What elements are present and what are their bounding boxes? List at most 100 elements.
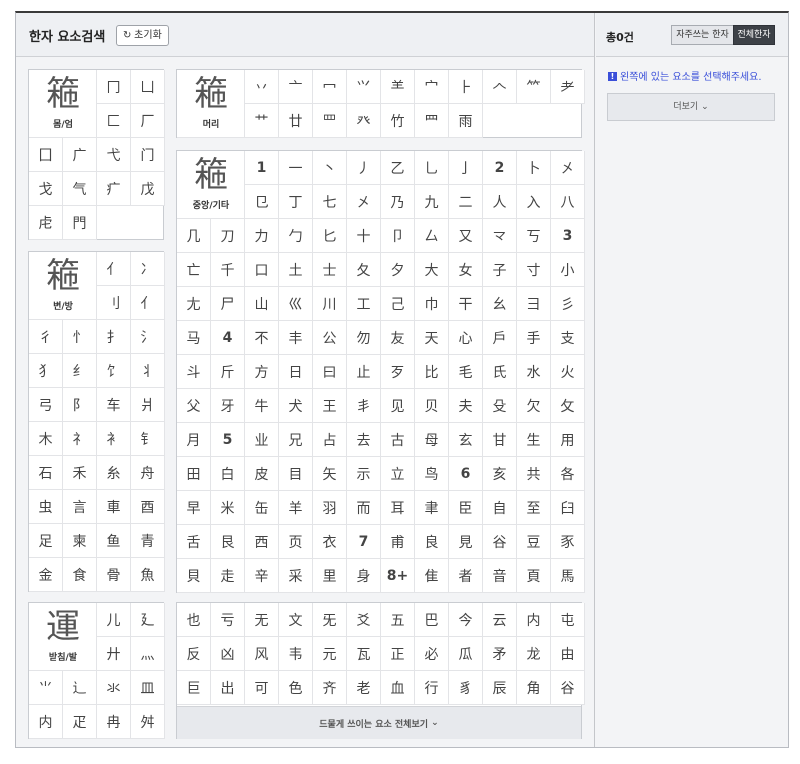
element-cell[interactable]: ⺷ (381, 70, 415, 104)
element-cell[interactable]: 方 (245, 355, 279, 389)
element-cell[interactable]: 亏 (211, 603, 245, 637)
element-cell[interactable]: 去 (347, 423, 381, 457)
element-cell[interactable]: 入 (517, 185, 551, 219)
element-cell[interactable]: 礻 (63, 422, 97, 456)
element-cell[interactable]: 一 (279, 151, 313, 185)
element-cell[interactable]: 士 (313, 253, 347, 287)
element-cell[interactable]: 尢 (177, 287, 211, 321)
element-cell[interactable]: 大 (415, 253, 449, 287)
element-cell[interactable]: 出 (211, 671, 245, 705)
element-cell[interactable]: 歹 (381, 355, 415, 389)
element-cell[interactable]: 冖 (313, 70, 347, 104)
element-cell[interactable]: 氺 (97, 671, 131, 705)
element-cell[interactable]: 羽 (313, 491, 347, 525)
element-cell[interactable]: 臼 (551, 491, 585, 525)
element-cell[interactable]: 攵 (551, 389, 585, 423)
tab-all-hanja[interactable]: 전체한자 (733, 25, 775, 45)
element-cell[interactable]: 衣 (313, 525, 347, 559)
show-rare-elements-button[interactable]: 드물게 쓰이는 요소 전체보기 ⌄ (177, 706, 581, 739)
element-cell[interactable]: 早 (177, 491, 211, 525)
element-cell[interactable]: 身 (347, 559, 381, 593)
element-cell[interactable]: 业 (245, 423, 279, 457)
element-cell[interactable]: 山 (245, 287, 279, 321)
element-cell[interactable]: 日 (279, 355, 313, 389)
element-cell[interactable]: 寸 (517, 253, 551, 287)
element-cell[interactable]: 又 (449, 219, 483, 253)
element-cell[interactable]: 殳 (483, 389, 517, 423)
element-cell[interactable]: 公 (313, 321, 347, 355)
element-cell[interactable]: 貝 (177, 559, 211, 593)
element-cell[interactable]: 手 (517, 321, 551, 355)
element-cell[interactable]: 火 (551, 355, 585, 389)
element-cell[interactable]: 豆 (517, 525, 551, 559)
element-cell[interactable]: 亻 (97, 252, 131, 286)
element-cell[interactable]: 廿 (279, 104, 313, 138)
element-cell[interactable]: 音 (483, 559, 517, 593)
element-cell[interactable]: 己 (381, 287, 415, 321)
element-cell[interactable]: 亅 (449, 151, 483, 185)
element-cell[interactable]: ⺮ (517, 70, 551, 104)
element-cell[interactable]: 青 (131, 524, 165, 558)
element-cell[interactable]: 屯 (551, 603, 585, 637)
element-cell[interactable]: 矢 (313, 457, 347, 491)
element-cell[interactable]: 川 (313, 287, 347, 321)
element-cell[interactable]: 良 (415, 525, 449, 559)
element-cell[interactable]: 七 (313, 185, 347, 219)
element-cell[interactable]: 门 (131, 138, 165, 172)
element-cell[interactable]: 儿 (97, 603, 131, 637)
element-cell[interactable]: 谷 (551, 671, 585, 705)
element-cell[interactable]: 凶 (211, 637, 245, 671)
element-cell[interactable]: 見 (449, 525, 483, 559)
element-cell[interactable]: 雨 (449, 104, 483, 138)
element-cell[interactable]: 田 (177, 457, 211, 491)
element-cell[interactable]: 必 (415, 637, 449, 671)
element-cell[interactable]: 隹 (415, 559, 449, 593)
element-cell[interactable]: 丰 (279, 321, 313, 355)
element-cell[interactable]: 忄 (63, 320, 97, 354)
element-cell[interactable]: 不 (245, 321, 279, 355)
element-cell[interactable]: 牛 (245, 389, 279, 423)
element-cell[interactable]: 艮 (211, 525, 245, 559)
element-cell[interactable]: 比 (415, 355, 449, 389)
element-cell[interactable]: 乚 (415, 151, 449, 185)
element-cell[interactable]: 亡 (177, 253, 211, 287)
element-cell[interactable]: 二 (449, 185, 483, 219)
element-cell[interactable]: 人 (483, 185, 517, 219)
element-cell[interactable]: 古 (381, 423, 415, 457)
element-cell[interactable]: 由 (551, 637, 585, 671)
element-cell[interactable]: 柬 (63, 524, 97, 558)
element-cell[interactable]: 衤 (97, 422, 131, 456)
element-cell[interactable]: 白 (211, 457, 245, 491)
element-cell[interactable]: 力 (245, 219, 279, 253)
element-cell[interactable]: 舛 (131, 705, 165, 739)
element-cell[interactable]: 㔾 (245, 185, 279, 219)
element-cell[interactable]: 丁 (279, 185, 313, 219)
element-cell[interactable]: 采 (279, 559, 313, 593)
element-cell[interactable]: ⺊ (449, 70, 483, 104)
element-cell[interactable]: 齐 (313, 671, 347, 705)
element-cell[interactable]: 廾 (97, 637, 131, 671)
element-cell[interactable]: 风 (245, 637, 279, 671)
element-cell[interactable]: 占 (313, 423, 347, 457)
element-cell[interactable]: 灬 (131, 637, 165, 671)
element-cell[interactable]: 鸟 (415, 457, 449, 491)
element-cell[interactable]: 无 (245, 603, 279, 637)
element-cell[interactable]: 可 (245, 671, 279, 705)
element-cell[interactable]: 自 (483, 491, 517, 525)
element-cell[interactable]: 臣 (449, 491, 483, 525)
element-cell[interactable]: 马 (177, 321, 211, 355)
element-cell[interactable]: 石 (29, 456, 63, 490)
element-cell[interactable]: 虍 (29, 206, 63, 240)
tab-frequent-hanja[interactable]: 자주쓰는 한자 (671, 25, 734, 45)
element-cell[interactable]: 立 (381, 457, 415, 491)
element-cell[interactable]: 示 (347, 457, 381, 491)
element-cell[interactable]: 卩 (381, 219, 415, 253)
element-cell[interactable]: 戶 (483, 321, 517, 355)
element-cell[interactable]: ⺅ (131, 286, 165, 320)
element-cell[interactable]: 瓜 (449, 637, 483, 671)
element-cell[interactable]: 内 (517, 603, 551, 637)
element-cell[interactable]: 爻 (347, 603, 381, 637)
element-cell[interactable]: 广 (63, 138, 97, 172)
element-cell[interactable]: 乙 (381, 151, 415, 185)
element-cell[interactable]: 㐅 (347, 185, 381, 219)
